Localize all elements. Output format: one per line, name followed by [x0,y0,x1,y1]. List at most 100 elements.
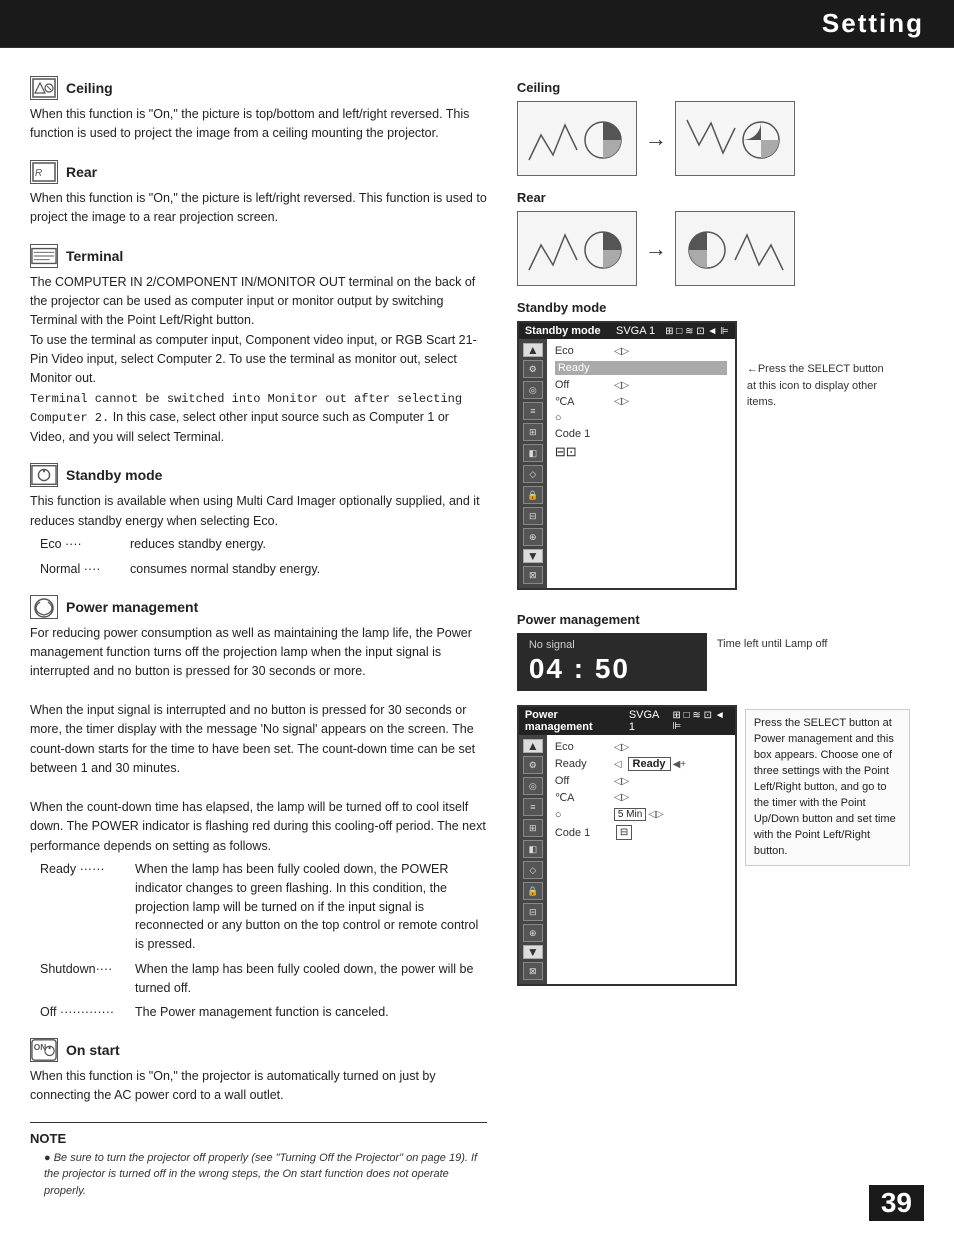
note-title: NOTE [30,1131,487,1146]
pm-sidebar-8: ⊟ [523,903,543,921]
pm-sidebar-3: ≡ [523,798,543,816]
pm-row-circle: ○ 5 Min ◁▷ [555,808,727,821]
terminal-icon [30,244,58,268]
page-header: Setting [0,0,954,47]
pm-panel-note: Press the SELECT button at Power managem… [745,709,910,866]
power-mgmt-title: Power management [66,599,198,615]
pm-panel-body: ▲ ⚙ ◎ ≡ ⊞ ◧ ◇ 🔒 ⊟ ⊕ ▼ ⊠ [519,735,735,984]
standby-eco-term: Eco ···· [40,535,130,554]
on-start-body: When this function is "On," the projecto… [30,1067,487,1106]
standby-off-label: Off [555,379,610,391]
standby-panel-title: Standby mode [525,325,601,337]
terminal-section: Terminal The COMPUTER IN 2/COMPONENT IN/… [30,244,487,448]
standby-normal-def: consumes normal standby energy. [130,560,487,579]
rear-diagram-after [675,211,795,286]
ready-term: Ready ······ [40,860,135,954]
standby-eco-label: Eco [555,345,610,357]
pm-ready-arrows: ◁ [614,759,622,770]
ceiling-diagram-after [675,101,795,176]
standby-eco-arrows: ◁▷ [614,346,629,357]
rear-arrow: → [645,236,667,262]
pm-min-arrows: ◁▷ [648,809,663,820]
standby-sidebar-8: ⊟ [523,507,543,525]
pm-pa-arrows: ◁▷ [614,792,629,803]
standby-list: Eco ···· reduces standby energy. Normal … [40,535,487,579]
standby-row-off: Off ◁▷ [555,379,727,391]
pm-sidebar-9: ⊕ [523,924,543,942]
standby-row-eco: Eco ◁▷ [555,345,727,357]
standby-code-label: Code 1 [555,428,610,440]
pm-panel-title: Power management [525,709,617,733]
pm-row-pa: ℃A ◁▷ [555,791,727,804]
ceiling-arrow: → [645,126,667,152]
standby-mode-body: This function is available when using Mu… [30,492,487,531]
right-column: Ceiling → [507,76,924,1199]
standby-row-pa: ℃A ◁▷ [555,395,727,408]
pm-panel-svga: SVGA 1 [629,709,664,733]
pm-panel: Power management SVGA 1 ⊞ □ ≋ ⊡ ◄ ⊫ ▲ ⚙ … [517,705,737,986]
standby-panel-svga: SVGA 1 [616,325,655,337]
power-management-section: Power management For reducing power cons… [30,595,487,1023]
ceiling-body: When this function is "On," the picture … [30,105,487,144]
page-title: Setting [822,8,924,38]
ceiling-icon [30,76,58,100]
pm-sidebar-5: ◧ [523,840,543,858]
svg-text:R: R [35,168,42,179]
pm-sidebar-6: ◇ [523,861,543,879]
pm-sidebar-4: ⊞ [523,819,543,837]
pm-minutes-value: 5 Min [614,808,646,821]
standby-mode-title: Standby mode [66,467,162,483]
pm-sidebar-7: 🔒 [523,882,543,900]
page-number: 39 [869,1185,924,1221]
standby-sidebar-4: ⊞ [523,423,543,441]
ceiling-section: Ceiling When this function is "On," the … [30,76,487,144]
pm-panel-main: Eco ◁▷ Ready ◁ Ready ◀+ Off ◁▷ [547,735,735,984]
ceiling-diagram-before [517,101,637,176]
pm-panel-header: Power management SVGA 1 ⊞ □ ≋ ⊡ ◄ ⊫ [519,707,735,735]
terminal-body: The COMPUTER IN 2/COMPONENT IN/MONITOR O… [30,273,487,448]
no-signal-timer: 04 : 50 [529,653,695,685]
ceiling-title: Ceiling [66,80,113,96]
on-start-section: ON On start When this function is "On," … [30,1038,487,1106]
pm-code-label: Code 1 [555,827,610,839]
pm-ready-value: Ready [628,757,671,771]
standby-row-circle: ○ [555,412,727,424]
ready-def: When the lamp has been fully cooled down… [135,860,487,954]
power-mgmt-icon [30,595,58,619]
standby-mode-icon [30,463,58,487]
time-left-note: Time left until Lamp off [717,637,828,652]
pm-up-arrow: ▲ [523,739,543,753]
rear-title: Rear [66,164,97,180]
ceiling-right-label: Ceiling [517,80,924,95]
rear-section: R Rear When this function is "On," the p… [30,160,487,228]
standby-off-arrows: ◁▷ [614,380,629,391]
ceiling-diagram-row: → [517,101,924,176]
pm-sidebar-10: ⊠ [523,962,543,980]
shutdown-term: Shutdown···· [40,960,135,998]
standby-mode-section: Standby mode This function is available … [30,463,487,578]
off-def: The Power management function is cancele… [135,1003,487,1022]
standby-sidebar-9: ⊕ [523,528,543,546]
standby-terminal-icon: ⊟⊡ [555,444,577,460]
standby-row-icon: ⊟⊡ [555,444,727,460]
no-signal-box: No signal 04 : 50 [517,633,707,691]
note-bullet: ● Be sure to turn the projector off prop… [30,1150,487,1200]
standby-sidebar-1: ⚙ [523,360,543,378]
power-mgmt-list: Ready ······ When the lamp has been full… [40,860,487,1022]
standby-panel: Standby mode SVGA 1 ⊞ □ ≋ ⊡ ◄ ⊫ ▲ ⚙ ◎ ≡ … [517,321,737,590]
note-section: NOTE ● Be sure to turn the projector off… [30,1122,487,1200]
standby-pa-label: ℃A [555,395,610,408]
standby-normal-term: Normal ···· [40,560,130,579]
standby-pa-arrows: ◁▷ [614,396,629,407]
standby-panel-main: Eco ◁▷ Ready Off ◁▷ ℃A ◁▷ [547,339,735,588]
on-start-icon: ON [30,1038,58,1062]
shutdown-def: When the lamp has been fully cooled down… [135,960,487,998]
standby-eco-def: reduces standby energy. [130,535,487,554]
pm-row-eco: Eco ◁▷ [555,741,727,753]
pm-row-off: Off ◁▷ [555,775,727,787]
standby-sidebar-2: ◎ [523,381,543,399]
standby-up-arrow: ▲ [523,343,543,357]
pm-off-arrows: ◁▷ [614,776,629,787]
rear-right-label: Rear [517,190,924,205]
pm-down-arrow: ▼ [523,945,543,959]
